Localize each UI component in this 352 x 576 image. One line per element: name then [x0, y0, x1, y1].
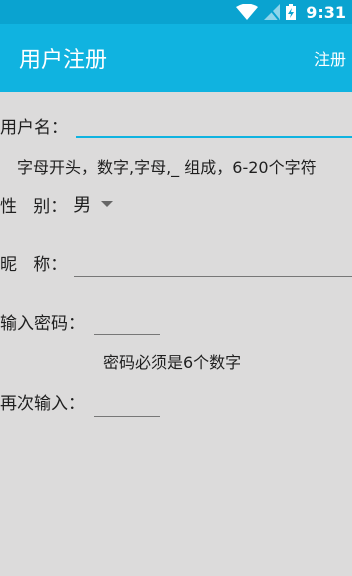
gender-row: 性 别： 男	[0, 191, 114, 217]
nickname-input[interactable]	[74, 251, 352, 277]
app-bar: 用户注册 注册	[0, 24, 352, 92]
nickname-label: 昵 称：	[0, 254, 68, 275]
password-label: 输入密码：	[0, 313, 85, 334]
gender-value: 男	[73, 195, 92, 216]
nickname-row: 昵 称：	[0, 249, 67, 275]
password-row: 输入密码：	[0, 308, 85, 334]
confirm-password-label: 再次输入：	[0, 393, 85, 414]
page-title: 用户注册	[19, 48, 108, 73]
gender-label: 性 别：	[0, 196, 68, 217]
signal-icon	[264, 4, 281, 20]
username-label: 用户名：	[0, 117, 68, 138]
confirm-password-input[interactable]	[94, 391, 160, 417]
username-row: 用户名：	[0, 112, 68, 138]
gender-select[interactable]: 男	[73, 191, 114, 217]
confirm-row: 再次输入：	[0, 388, 85, 414]
username-input[interactable]	[76, 112, 352, 138]
register-button[interactable]: 注册	[314, 46, 346, 70]
password-input[interactable]	[94, 309, 160, 335]
status-bar: 9:31	[0, 0, 352, 24]
battery-charging-icon	[286, 4, 297, 20]
username-hint: 字母开头，数字,字母,_ 组成，6-20个字符	[17, 158, 317, 177]
password-hint: 密码必须是6个数字	[103, 353, 242, 372]
status-time: 9:31	[306, 2, 346, 22]
wifi-icon	[236, 4, 259, 20]
dropdown-arrow-icon	[101, 201, 114, 207]
